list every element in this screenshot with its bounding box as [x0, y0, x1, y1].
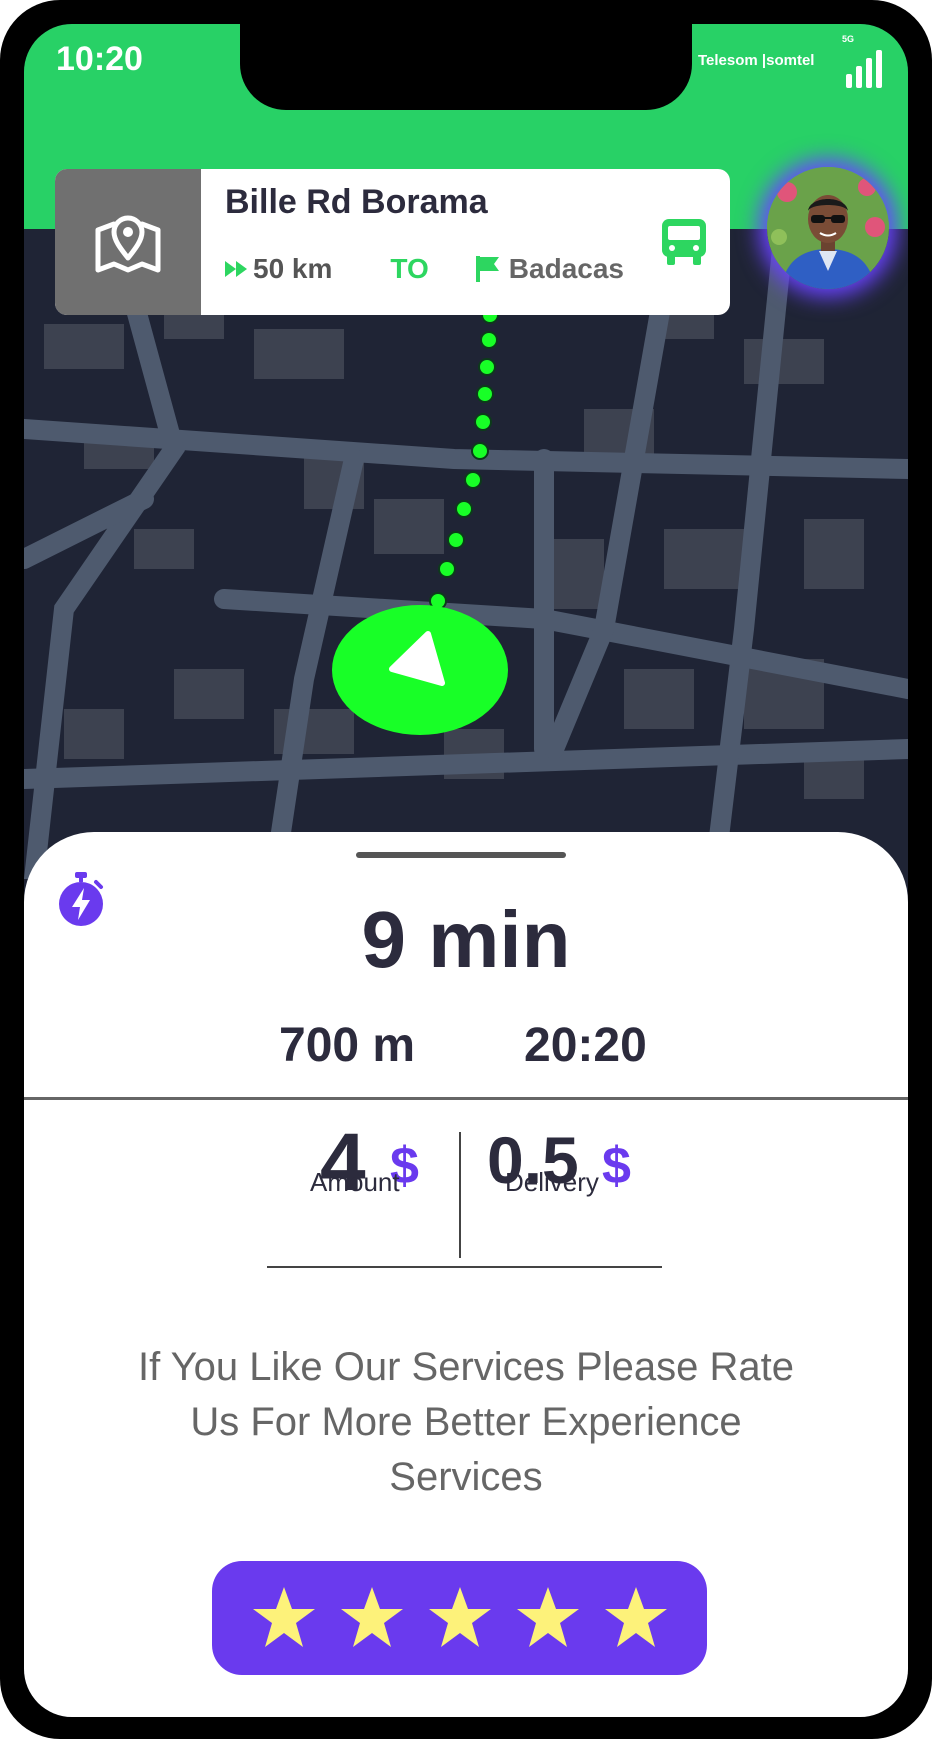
- rating-message: If You Like Our Services Please Rate Us …: [138, 1345, 794, 1499]
- flag-icon: [475, 256, 499, 282]
- distance-value: 50 km: [253, 253, 333, 284]
- arrival-time: 20:20: [524, 1019, 647, 1072]
- fare-separator: [459, 1132, 461, 1258]
- network-label: 5G: [842, 34, 855, 44]
- divider: [24, 1097, 908, 1100]
- phone-frame: 10:20 Telesom |somtel 5G Bille Rd Borama: [0, 0, 932, 1739]
- map[interactable]: [24, 229, 908, 879]
- trip-sheet: 9 min 700 m 20:20 4 $ Amount 0.5 $ Deliv…: [24, 832, 908, 1717]
- origin-label: Bille Rd Borama: [225, 183, 488, 221]
- delivery-label: Delivery: [505, 1167, 599, 1197]
- status-time: 10:20: [56, 40, 143, 78]
- sheet-handle[interactable]: [356, 852, 566, 858]
- screen: 10:20 Telesom |somtel 5G Bille Rd Borama: [24, 24, 908, 1717]
- star-icon[interactable]: [515, 1585, 581, 1651]
- star-icon[interactable]: [339, 1585, 405, 1651]
- bus-icon[interactable]: [660, 217, 708, 267]
- to-label: TO: [390, 253, 429, 284]
- carrier-label: Telesom |somtel: [698, 52, 815, 69]
- signal-bars-icon: [846, 50, 882, 88]
- fast-forward-icon: [225, 261, 247, 277]
- star-rating[interactable]: [212, 1561, 707, 1675]
- amount-label: Amount: [310, 1167, 400, 1197]
- destination-label: Badacas: [508, 253, 624, 284]
- star-icon[interactable]: [427, 1585, 493, 1651]
- star-icon[interactable]: [251, 1585, 317, 1651]
- notch: [240, 24, 692, 110]
- delivery-currency: $: [602, 1137, 631, 1195]
- route-details: 50 km TO Badacas: [225, 253, 624, 285]
- eta-value: 9 min: [361, 895, 571, 984]
- fare-underline: [267, 1266, 662, 1268]
- map-pin-icon: [95, 215, 161, 273]
- remaining-distance: 700 m: [279, 1019, 416, 1072]
- driver-avatar[interactable]: [767, 167, 889, 289]
- map-pin-tile[interactable]: [55, 169, 201, 315]
- route-card[interactable]: Bille Rd Borama 50 km TO Badacas: [55, 169, 730, 315]
- star-icon[interactable]: [603, 1585, 669, 1651]
